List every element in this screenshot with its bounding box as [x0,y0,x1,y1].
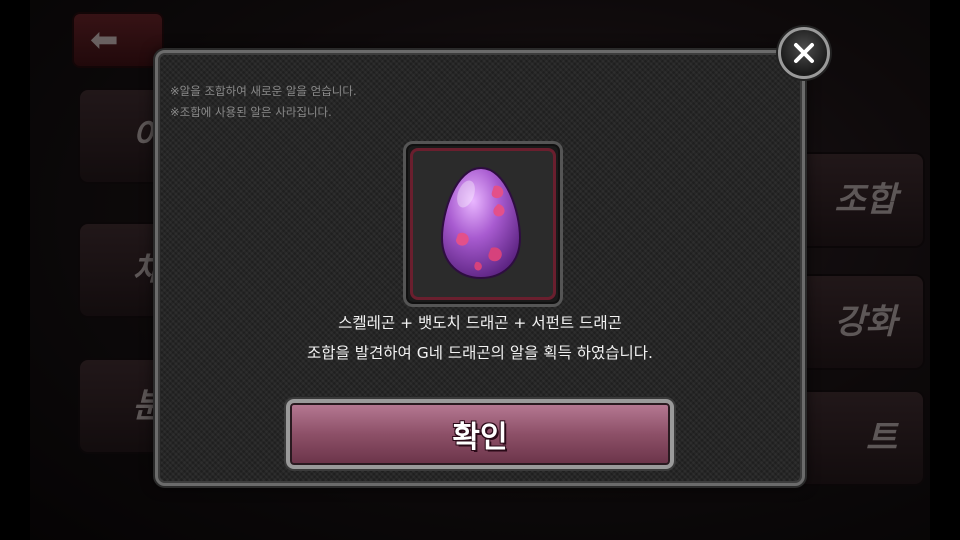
close-button[interactable] [778,27,830,79]
result-message: 조합을 발견하여 G네 드래곤의 알을 획득 하였습니다. [307,344,653,362]
combine-result-dialog: ※알을 조합하여 새로운 알을 얻습니다. ※조합에 사용된 알은 사라집니다.… [155,50,805,486]
close-icon [794,43,814,63]
left-arrow-icon: ⬅ [90,20,119,60]
menu-button-right-3[interactable]: 트 [785,390,925,486]
combination-recipe: 스켈레곤 + 뱃도치 드래곤 + 서펀트 드래곤 [338,314,622,332]
confirm-label: 확인 [452,420,508,455]
note-line: ※알을 조합하여 새로운 알을 얻습니다. [170,84,357,98]
back-button[interactable]: ⬅ [72,12,164,68]
confirm-button[interactable]: 확인 [286,399,674,469]
egg-frame [403,141,563,307]
dialog-notes: ※알을 조합하여 새로운 알을 얻습니다. ※조합에 사용된 알은 사라집니다. [170,81,357,123]
menu-button-combine[interactable]: 조합 [785,152,925,248]
purple-dragon-egg-icon [440,166,522,280]
menu-button-enhance[interactable]: 강화 [785,274,925,370]
note-line: ※조합에 사용된 알은 사라집니다. [170,105,332,119]
